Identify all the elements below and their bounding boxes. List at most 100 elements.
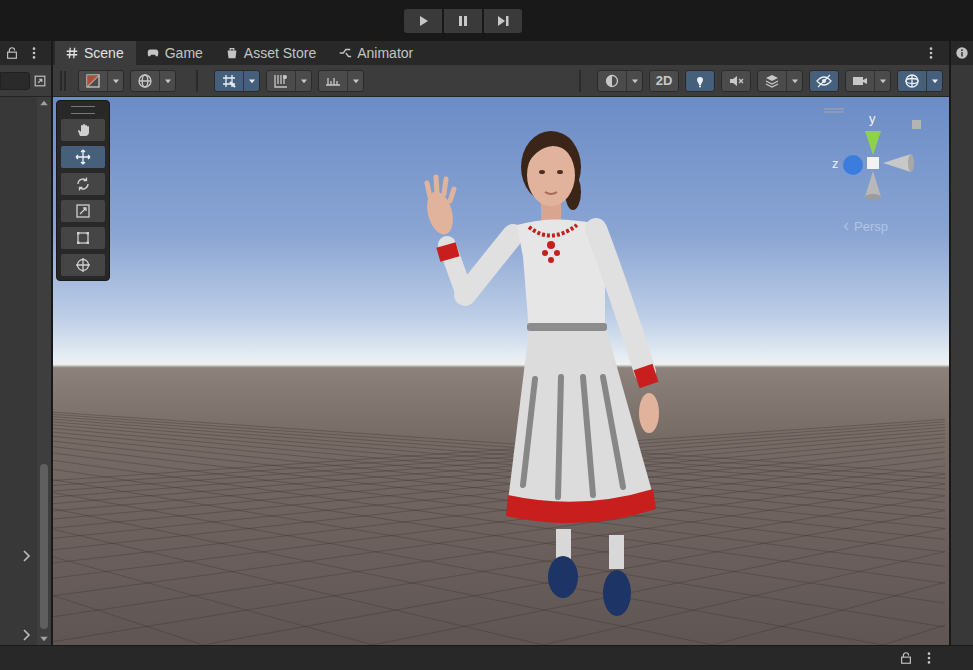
tab-label[interactable]: Scene	[84, 43, 124, 64]
button-face[interactable]	[722, 71, 750, 91]
button-face[interactable]	[686, 71, 714, 91]
play-button[interactable]	[404, 9, 442, 33]
layers-icon	[764, 73, 780, 89]
visibility-button[interactable]	[809, 70, 839, 92]
hand-icon	[75, 122, 91, 138]
inspector-header	[951, 41, 973, 65]
tab[interactable]: Scene	[55, 41, 136, 65]
scrollbar[interactable]	[37, 97, 51, 645]
expand-button[interactable]	[33, 74, 47, 88]
orientation-gizmo[interactable]: yzPersp	[823, 105, 933, 237]
chevron-icon	[18, 627, 34, 643]
effects-button[interactable]	[597, 70, 643, 92]
dropdown-toggle-button[interactable]	[347, 71, 363, 91]
search-field[interactable]	[0, 72, 30, 90]
palette-handle[interactable]	[71, 106, 95, 114]
shading-button[interactable]	[78, 70, 124, 92]
dropdown-toggle-button[interactable]	[295, 71, 311, 91]
tree-row[interactable]	[18, 548, 37, 564]
toolbar-grip[interactable]	[60, 71, 66, 91]
button-face[interactable]	[267, 71, 295, 91]
scene-icon	[65, 46, 79, 60]
snap-button[interactable]	[266, 70, 312, 92]
tab-label[interactable]: Animator	[357, 43, 413, 64]
effects-icon	[604, 73, 620, 89]
tree-space	[18, 564, 37, 627]
ground-grid	[53, 97, 945, 645]
dropdown-toggle-button[interactable]	[159, 71, 175, 91]
dropdown-arrow-icon	[629, 75, 641, 87]
audio-button[interactable]	[721, 70, 751, 92]
camera-icon	[852, 73, 868, 89]
pause-button[interactable]	[444, 9, 482, 33]
button-face[interactable]	[131, 71, 159, 91]
z-axis-sphere[interactable]	[843, 155, 863, 175]
play-toolbar	[0, 0, 973, 41]
tree-space	[18, 97, 37, 548]
transform-icon	[75, 257, 91, 273]
rotate-tool-button[interactable]	[61, 173, 105, 195]
mode-2d-button[interactable]: 2D	[649, 70, 679, 92]
pivot-button[interactable]	[130, 70, 176, 92]
tab[interactable]: Asset Store	[215, 41, 328, 65]
scale-tool-button[interactable]	[61, 200, 105, 222]
tab-menu-button[interactable]	[924, 41, 938, 65]
gizmos-button[interactable]	[897, 70, 943, 92]
axis-gizmo-icon[interactable]	[823, 105, 933, 215]
move-icon	[75, 149, 91, 165]
button-label[interactable]: 2D	[656, 71, 673, 91]
lighting-button[interactable]	[685, 70, 715, 92]
ruler-button[interactable]	[318, 70, 364, 92]
expand-icon	[33, 74, 47, 88]
grid-button[interactable]	[214, 70, 260, 92]
button-face[interactable]	[79, 71, 107, 91]
scale-icon	[75, 203, 91, 219]
button-face[interactable]	[215, 71, 243, 91]
button-face[interactable]	[898, 71, 926, 91]
projection-toggle[interactable]: Persp	[841, 217, 888, 237]
button-face[interactable]	[758, 71, 786, 91]
rect-tool-button[interactable]	[61, 227, 105, 249]
button-face[interactable]	[810, 71, 838, 91]
hand-tool-button[interactable]	[61, 119, 105, 141]
axis-label: z	[832, 156, 839, 171]
layers-button[interactable]	[757, 70, 803, 92]
move-tool-button[interactable]	[61, 146, 105, 168]
hierarchy-panel	[0, 41, 53, 645]
camera-button[interactable]	[845, 70, 891, 92]
dropdown-toggle-button[interactable]	[626, 71, 642, 91]
tab-label[interactable]: Game	[165, 43, 203, 64]
dropdown-toggle-button[interactable]	[786, 71, 802, 91]
button-face[interactable]: 2D	[650, 71, 678, 91]
pivot-icon	[137, 73, 153, 89]
scene-panel: Scene Game Asset Store Animator 2D	[53, 41, 949, 645]
animator-icon	[338, 46, 352, 60]
tree-row[interactable]	[18, 627, 37, 643]
step-button[interactable]	[484, 9, 522, 33]
dropdown-arrow-icon	[350, 75, 362, 87]
dropdown-toggle-button[interactable]	[107, 71, 123, 91]
tab-label[interactable]: Asset Store	[244, 43, 316, 64]
dropdown-toggle-button[interactable]	[926, 71, 942, 91]
projection-label[interactable]: Persp	[854, 217, 888, 237]
pause-icon	[455, 13, 471, 29]
button-face[interactable]	[319, 71, 347, 91]
shading-icon	[85, 73, 101, 89]
tab[interactable]: Game	[136, 41, 215, 65]
scroll-track[interactable]	[37, 109, 51, 633]
button-face[interactable]	[846, 71, 874, 91]
dropdown-toggle-button[interactable]	[874, 71, 890, 91]
visibility-icon	[816, 73, 832, 89]
tab[interactable]: Animator	[328, 41, 425, 65]
transform-tool-button[interactable]	[61, 254, 105, 276]
button-face[interactable]	[598, 71, 626, 91]
chevron-left-icon	[841, 221, 852, 232]
dropdown-arrow-icon	[162, 75, 174, 87]
scene-viewport[interactable]: yzPersp	[53, 97, 949, 645]
dropdown-toggle-button[interactable]	[243, 71, 259, 91]
y-axis-cone[interactable]	[865, 131, 881, 155]
character-model[interactable]	[413, 117, 673, 622]
scroll-thumb[interactable]	[40, 464, 48, 629]
editor-body: Scene Game Asset Store Animator 2D	[0, 41, 973, 645]
gizmos-icon	[904, 73, 920, 89]
